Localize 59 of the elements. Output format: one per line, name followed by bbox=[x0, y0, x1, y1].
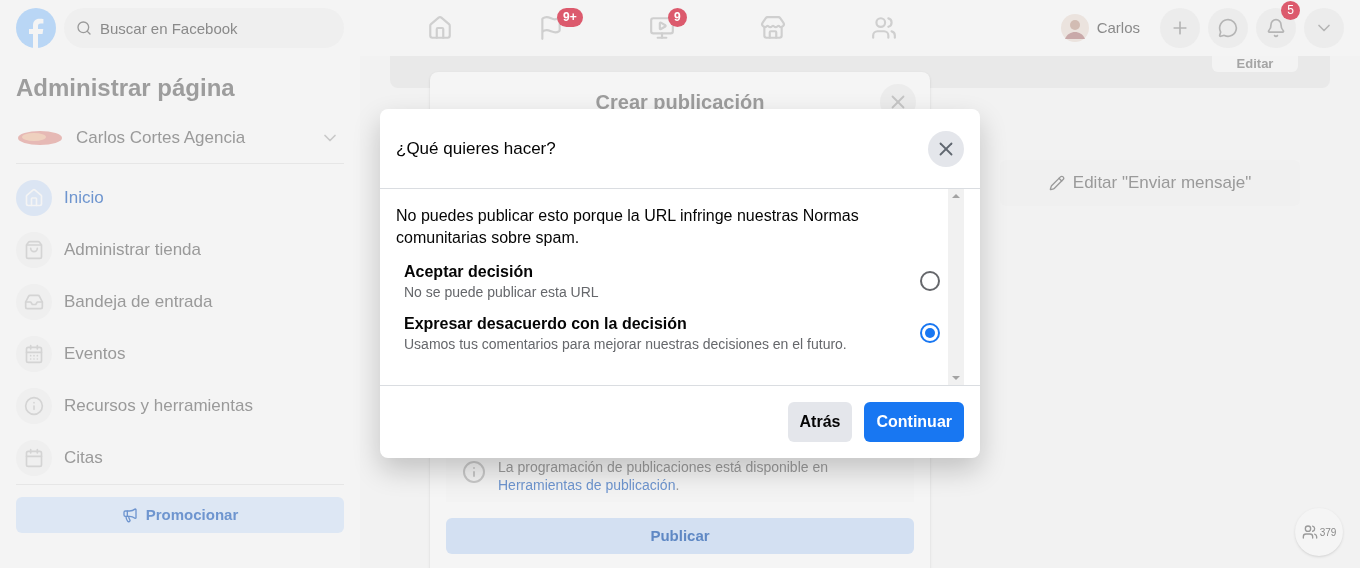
sidebar-item[interactable]: Administrar tienda bbox=[16, 230, 344, 270]
publish-button[interactable]: Publicar bbox=[446, 518, 914, 554]
groups-icon bbox=[870, 15, 897, 41]
scrollbar[interactable] bbox=[948, 189, 964, 385]
pencil-icon bbox=[1048, 175, 1065, 191]
sidebar-item[interactable]: Recursos y herramientas bbox=[16, 386, 344, 426]
modal-title: Crear publicación bbox=[595, 90, 765, 115]
option-title: Expresar desacuerdo con la decisión bbox=[404, 314, 688, 334]
radio-button[interactable] bbox=[920, 323, 940, 343]
radio-button[interactable] bbox=[920, 271, 940, 291]
logo-icon[interactable] bbox=[16, 8, 56, 48]
megaphone-icon bbox=[121, 507, 138, 523]
people-icon bbox=[1301, 524, 1318, 540]
caret-button[interactable] bbox=[1304, 8, 1344, 48]
info-icon bbox=[16, 388, 52, 424]
nav-tab[interactable]: 9 bbox=[606, 2, 717, 54]
search-field[interactable]: Buscar en Facebook bbox=[64, 8, 344, 48]
shop-icon bbox=[16, 232, 52, 268]
sidebar-item[interactable]: Citas bbox=[16, 438, 344, 478]
store-icon bbox=[759, 15, 786, 41]
contacts-button[interactable]: 379 bbox=[1295, 508, 1343, 556]
sidebar-title: Administrar página bbox=[16, 73, 236, 103]
close-button[interactable] bbox=[928, 130, 964, 167]
dialog-title: ¿Qué quieres hacer? bbox=[396, 137, 556, 160]
chat-icon bbox=[1218, 18, 1238, 38]
info-icon bbox=[462, 460, 486, 484]
decision-option[interactable]: Aceptar decisión No se puede publicar esta URL bbox=[396, 261, 940, 301]
nav-tab[interactable]: 9+ bbox=[495, 2, 606, 54]
plus-button[interactable] bbox=[1160, 8, 1200, 48]
notification-badge: 9+ bbox=[557, 8, 583, 27]
option-title: Aceptar decisión bbox=[404, 262, 534, 282]
events-icon bbox=[16, 336, 52, 372]
back-button[interactable]: Atrás bbox=[787, 402, 853, 442]
scroll-down-icon[interactable] bbox=[952, 375, 960, 381]
sidebar-item[interactable]: Eventos bbox=[16, 334, 344, 374]
inbox-icon bbox=[16, 284, 52, 320]
page-selector[interactable]: Carlos Cortes Agencia bbox=[16, 112, 344, 164]
dialog-message: No puedes publicar esto porque la URL infringe nuestras Normas comunitarias sobre spam. bbox=[396, 206, 860, 248]
notification-badge: 5 bbox=[1281, 1, 1300, 20]
profile-link[interactable]: Carlos bbox=[1060, 10, 1152, 46]
notification-badge: 9 bbox=[668, 8, 687, 27]
home-icon bbox=[16, 180, 52, 216]
bell-icon bbox=[1266, 18, 1286, 38]
messenger-button[interactable] bbox=[1208, 8, 1248, 48]
search-icon bbox=[76, 20, 92, 36]
decision-option[interactable]: Expresar desacuerdo con la decisión Usamos tus comentarios para mejorar nuestras decisiones en el futuro. bbox=[396, 313, 940, 353]
option-description: No se puede publicar esta URL bbox=[404, 283, 600, 301]
edit-button[interactable]: Editar bbox=[1212, 56, 1298, 72]
continue-button[interactable]: Continuar bbox=[864, 402, 964, 442]
home-icon bbox=[426, 15, 453, 41]
promote-button[interactable]: Promocionar bbox=[16, 497, 344, 533]
calendar-icon bbox=[16, 440, 52, 476]
option-description: Usamos tus comentarios para mejorar nuestras decisiones en el futuro. bbox=[404, 335, 848, 353]
sidebar-item[interactable]: Bandeja de entrada bbox=[16, 282, 344, 322]
video-icon bbox=[648, 15, 675, 41]
scroll-up-icon[interactable] bbox=[952, 193, 960, 199]
sidebar-item[interactable]: Inicio bbox=[16, 178, 344, 218]
info-text: La programación de publicaciones está disponible en Herramientas de publicación. bbox=[498, 458, 829, 494]
avatar-icon bbox=[1060, 14, 1089, 42]
